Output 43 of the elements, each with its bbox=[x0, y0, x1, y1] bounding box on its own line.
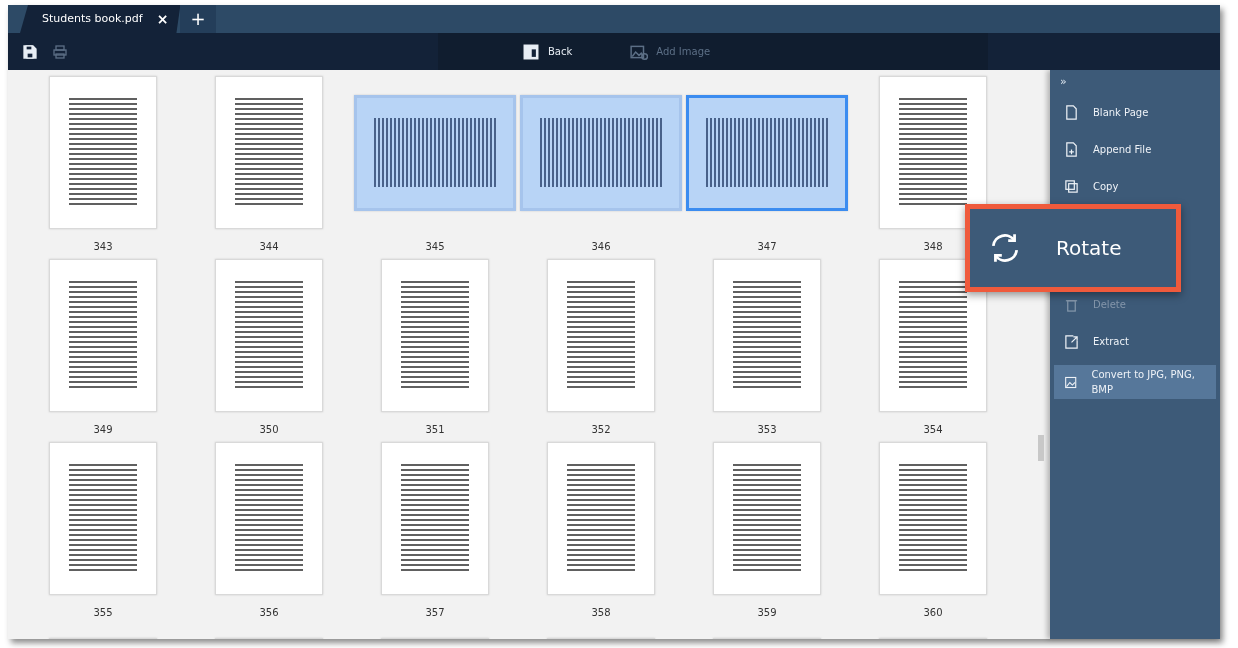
page-number: 356 bbox=[259, 606, 279, 620]
back-button[interactable]: Back bbox=[522, 42, 573, 61]
page-number: 359 bbox=[757, 606, 777, 620]
save-button[interactable] bbox=[22, 43, 38, 60]
page-number: 343 bbox=[93, 240, 113, 254]
save-icon bbox=[22, 43, 38, 60]
page-number: 358 bbox=[591, 606, 611, 620]
rotate-tooltip[interactable]: Rotate bbox=[965, 204, 1181, 292]
page-number: 357 bbox=[425, 606, 445, 620]
page-arrow-icon bbox=[1064, 333, 1079, 349]
layout-icon bbox=[522, 42, 540, 61]
page-number: 354 bbox=[923, 423, 943, 437]
page-plus-icon bbox=[1064, 141, 1079, 157]
page-number: 360 bbox=[923, 606, 943, 620]
page-number: 346 bbox=[591, 240, 611, 254]
page-number: 351 bbox=[425, 423, 445, 437]
panel-item[interactable]: Append File bbox=[1054, 136, 1216, 162]
picture-icon bbox=[1064, 374, 1078, 390]
page-number: 345 bbox=[425, 240, 445, 254]
page-thumbnail[interactable] bbox=[354, 94, 516, 211]
copy-icon bbox=[1064, 178, 1079, 194]
page-thumbnail[interactable] bbox=[686, 94, 848, 211]
collapse-button[interactable]: » bbox=[1054, 76, 1073, 87]
page-number: 355 bbox=[93, 606, 113, 620]
file-tab[interactable]: Students book.pdf × bbox=[20, 5, 181, 33]
new-tab-button[interactable]: + bbox=[180, 5, 216, 33]
printer-icon bbox=[52, 43, 68, 60]
close-tab-button[interactable]: × bbox=[156, 12, 169, 26]
page-number: 353 bbox=[757, 423, 777, 437]
page-number: 352 bbox=[591, 423, 611, 437]
page-number: 344 bbox=[259, 240, 279, 254]
scrollbar-thumb[interactable] bbox=[1038, 435, 1044, 461]
panel-item[interactable]: Blank Page bbox=[1054, 99, 1216, 125]
panel-item[interactable]: Copy bbox=[1054, 173, 1216, 199]
page-number: 349 bbox=[93, 423, 113, 437]
tab-title: Students book.pdf bbox=[42, 10, 143, 27]
page-icon bbox=[1064, 104, 1079, 120]
page-thumbnail[interactable] bbox=[520, 94, 682, 211]
panel-item[interactable]: Extract bbox=[1054, 328, 1216, 354]
panel-item[interactable]: Convert to JPG, PNG, BMP bbox=[1054, 365, 1216, 399]
page-number: 347 bbox=[757, 240, 777, 254]
page-number: 348 bbox=[923, 240, 943, 254]
page-number: 350 bbox=[259, 423, 279, 437]
